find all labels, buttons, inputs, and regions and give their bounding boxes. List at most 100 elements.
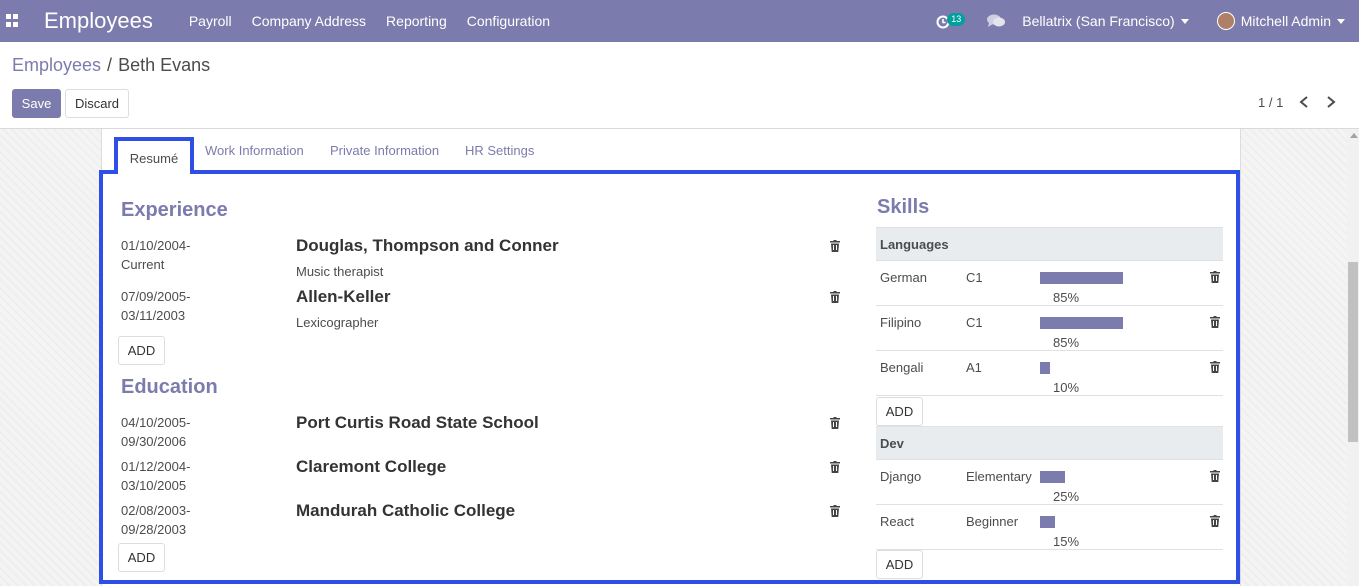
chevron-right-icon[interactable] [1324,94,1338,110]
date-start: 04/10/2005- [121,415,191,430]
skill-progress-fill [1040,317,1123,329]
chevron-down-icon [1337,18,1345,24]
resume-line-name[interactable]: Allen-Keller [296,287,390,307]
skill-progress-fill [1040,362,1050,374]
education-date: 02/08/2003- 09/28/2003 [121,501,190,539]
add-skill-button[interactable]: ADD [876,550,923,579]
trash-icon[interactable] [830,240,840,252]
menu-company-address[interactable]: Company Address [252,13,366,29]
menu-reporting[interactable]: Reporting [386,13,447,29]
skill-progress-label: 25% [1052,489,1080,504]
user-menu[interactable]: Mitchell Admin [1216,12,1345,30]
skill-progress-bar [1040,317,1150,329]
date-end: 09/30/2006 [121,434,187,449]
avatar [1216,12,1235,30]
tab-panel-join [118,170,190,174]
date-start: 07/09/2005- [121,289,191,304]
trash-icon[interactable] [1210,316,1220,328]
skill-row[interactable]: German C1 85% [876,261,1223,306]
trash-icon[interactable] [830,461,840,473]
apps-grid-icon[interactable] [6,14,20,28]
tab-work-information[interactable]: Work Information [205,143,304,158]
skill-progress-bar [1040,516,1150,528]
company-name: Bellatrix (San Francisco) [1022,13,1175,29]
resume-line-name[interactable]: Douglas, Thompson and Conner [296,236,559,256]
experience-date: 01/10/2004- Current [121,236,190,274]
app-name[interactable]: Employees [44,8,153,34]
trash-icon[interactable] [1210,470,1220,482]
skill-row[interactable]: React Beginner 15% [876,505,1223,550]
top-navbar: Employees Payroll Company Address Report… [0,0,1359,42]
trash-icon[interactable] [1210,271,1220,283]
breadcrumb-employees[interactable]: Employees [12,55,101,75]
tab-hr-settings[interactable]: HR Settings [465,143,534,158]
resume-line-name[interactable]: Claremont College [296,457,446,477]
skill-row[interactable]: Django Elementary 25% [876,460,1223,505]
skills-heading: Skills [877,196,930,218]
date-start: 01/10/2004- [121,238,191,253]
date-start: 01/12/2004- [121,459,191,474]
skill-progress-fill [1040,272,1123,284]
breadcrumb-separator: / [107,55,113,75]
skill-progress-fill [1040,516,1055,528]
add-education-button[interactable]: ADD [118,543,165,572]
save-button[interactable]: Save [12,89,61,118]
education-date: 04/10/2005- 09/30/2006 [121,413,190,451]
skill-name: German [880,270,927,285]
skill-level: Beginner [966,514,1019,529]
skill-row[interactable]: Bengali A1 10% [876,351,1223,396]
trash-icon[interactable] [1210,515,1220,527]
trash-icon[interactable] [1210,361,1220,373]
activity-button[interactable]: 13 [936,11,966,31]
skill-progress-label: 85% [1052,335,1080,350]
skill-name: Django [880,469,922,484]
breadcrumb: Employees / Beth Evans [12,55,210,76]
skill-progress-label: 85% [1052,290,1080,305]
skill-level: C1 [966,270,983,285]
pager-value[interactable]: 1 / 1 [1258,95,1283,110]
education-heading: Education [121,376,218,398]
chat-bubbles-icon[interactable] [986,13,1006,29]
skill-progress-bar [1040,471,1150,483]
date-end: Current [121,257,165,272]
skill-progress-bar [1040,272,1150,284]
skill-level: Elementary [966,469,1032,484]
skill-progress-bar [1040,362,1150,374]
skill-name: Bengali [880,360,924,375]
company-switcher[interactable]: Bellatrix (San Francisco) [1022,13,1189,29]
trash-icon[interactable] [830,505,840,517]
add-skill-button[interactable]: ADD [876,397,923,426]
skill-name: React [880,514,914,529]
skill-progress-fill [1040,471,1065,483]
trash-icon[interactable] [830,291,840,303]
skill-name: Filipino [880,315,922,330]
menu-payroll[interactable]: Payroll [189,13,232,29]
resume-line-name[interactable]: Mandurah Catholic College [296,501,515,521]
skill-level: C1 [966,315,983,330]
add-experience-button[interactable]: ADD [118,336,165,365]
chevron-down-icon [1180,18,1189,24]
scrollbar-thumb[interactable] [1348,262,1358,442]
tab-private-information[interactable]: Private Information [330,143,439,158]
user-name: Mitchell Admin [1240,13,1331,29]
resume-line-description: Music therapist [296,264,384,279]
trash-icon[interactable] [830,417,840,429]
skill-level: A1 [966,360,982,375]
activity-count-badge: 13 [947,13,966,26]
experience-date: 07/09/2005- 03/11/2003 [121,287,190,325]
menu-configuration[interactable]: Configuration [467,13,550,29]
scroll-up-arrow[interactable] [1350,133,1358,138]
discard-button[interactable]: Discard [65,89,129,118]
tab-resume[interactable]: Resumé [114,137,194,173]
experience-heading: Experience [121,199,228,221]
education-date: 01/12/2004- 03/10/2005 [121,457,190,495]
resume-line-description: Lexicographer [296,315,379,330]
skill-progress-label: 15% [1052,534,1080,549]
chevron-left-icon[interactable] [1297,94,1311,110]
date-start: 02/08/2003- [121,503,191,518]
skill-group-languages: Languages [876,227,1223,261]
resume-line-name[interactable]: Port Curtis Road State School [296,413,539,433]
skill-row[interactable]: Filipino C1 85% [876,306,1223,351]
skill-group-dev: Dev [876,426,1223,460]
skill-progress-label: 10% [1052,380,1080,395]
